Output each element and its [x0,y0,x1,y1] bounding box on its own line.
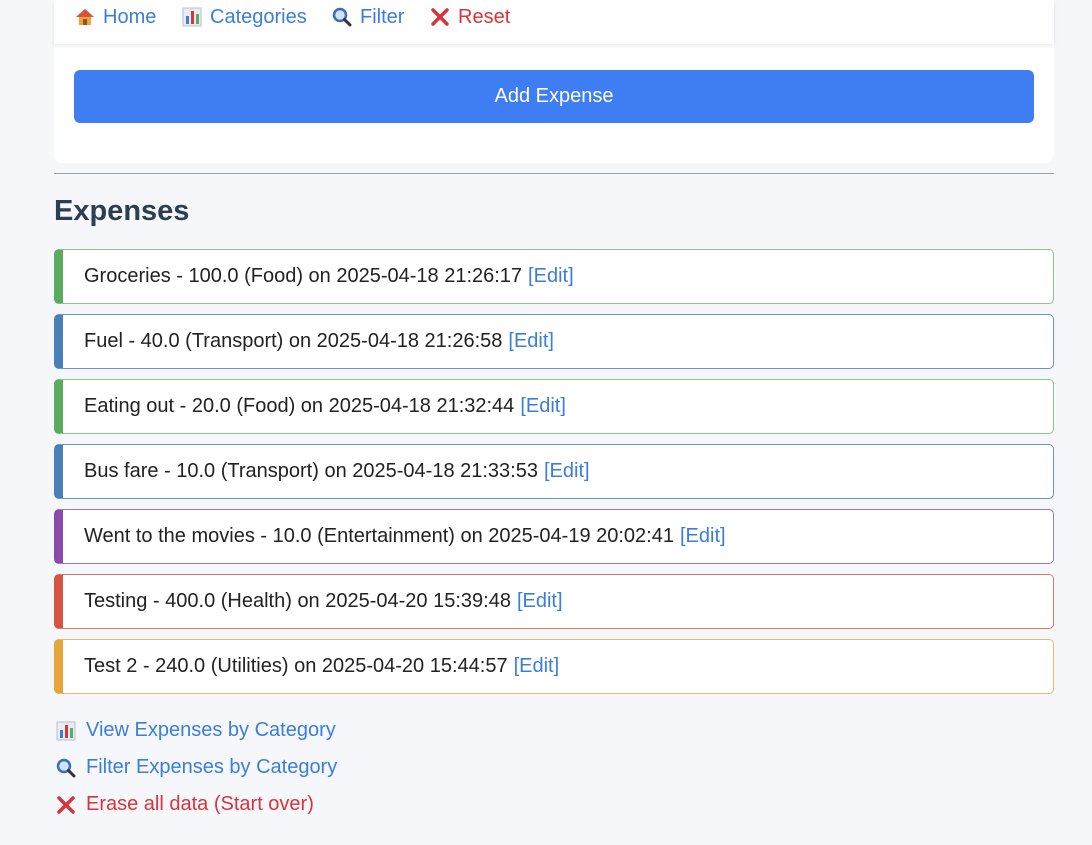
cross-icon [56,795,76,815]
section-divider [54,173,1054,174]
add-expense-button[interactable]: Add Expense [74,70,1034,123]
nav-filter-label: Filter [360,5,405,28]
expense-text: Went to the movies - 10.0 (Entertainment… [84,525,674,547]
expense-item-test-2: Test 2 - 240.0 (Utilities) on 2025-04-20… [54,639,1054,694]
cross-icon [430,7,450,27]
edit-link[interactable]: [Edit] [680,525,726,548]
expense-text: Groceries - 100.0 (Food) on 2025-04-18 2… [84,265,523,287]
page-title: Expenses [54,195,190,227]
expense-text: Fuel - 40.0 (Transport) on 2025-04-18 21… [84,330,503,352]
expense-text: Testing - 400.0 (Health) on 2025-04-20 1… [84,590,511,612]
nav-categories-label: Categories [210,5,307,28]
edit-link[interactable]: [Edit] [514,655,560,678]
house-icon [75,7,95,27]
expense-list: Groceries - 100.0 (Food) on 2025-04-18 2… [54,249,1054,704]
expense-item-movies: Went to the movies - 10.0 (Entertainment… [54,509,1054,564]
nav-home-label: Home [103,5,157,28]
filter-by-category-link[interactable]: Filter Expenses by Category [56,749,337,786]
erase-all-data-label: Erase all data (Start over) [86,793,314,815]
expense-text: Test 2 - 240.0 (Utilities) on 2025-04-20… [84,655,508,677]
edit-link[interactable]: [Edit] [544,460,590,483]
expense-text: Bus fare - 10.0 (Transport) on 2025-04-1… [84,460,538,482]
expense-item-groceries: Groceries - 100.0 (Food) on 2025-04-18 2… [54,249,1054,304]
magnifier-icon [332,7,352,27]
nav-reset-label: Reset [458,5,511,28]
edit-link[interactable]: [Edit] [517,590,563,613]
filter-by-category-label: Filter Expenses by Category [86,756,338,778]
expense-item-testing: Testing - 400.0 (Health) on 2025-04-20 1… [54,574,1054,629]
view-by-category-link[interactable]: View Expenses by Category [56,712,337,749]
edit-link[interactable]: [Edit] [528,265,574,288]
bar-chart-icon [182,7,202,27]
expense-item-fuel: Fuel - 40.0 (Transport) on 2025-04-18 21… [54,314,1054,369]
bottom-links: View Expenses by Category Filter Expense… [56,712,337,823]
nav-categories-link[interactable]: Categories [182,3,307,31]
magnifier-icon [56,758,76,778]
expense-text: Eating out - 20.0 (Food) on 2025-04-18 2… [84,395,515,417]
nav-reset-link[interactable]: Reset [430,3,510,31]
bar-chart-icon [56,721,76,741]
nav-home-link[interactable]: Home [75,3,156,31]
expense-item-eating-out: Eating out - 20.0 (Food) on 2025-04-18 2… [54,379,1054,434]
nav-filter-link[interactable]: Filter [332,3,404,31]
edit-link[interactable]: [Edit] [508,330,554,353]
edit-link[interactable]: [Edit] [520,395,566,418]
expense-item-bus-fare: Bus fare - 10.0 (Transport) on 2025-04-1… [54,444,1054,499]
top-nav: Home Categories Filter Reset [54,0,1054,44]
view-by-category-label: View Expenses by Category [86,719,336,741]
erase-all-data-link[interactable]: Erase all data (Start over) [56,786,337,823]
top-card: Home Categories Filter Reset Add Expense [54,0,1054,163]
